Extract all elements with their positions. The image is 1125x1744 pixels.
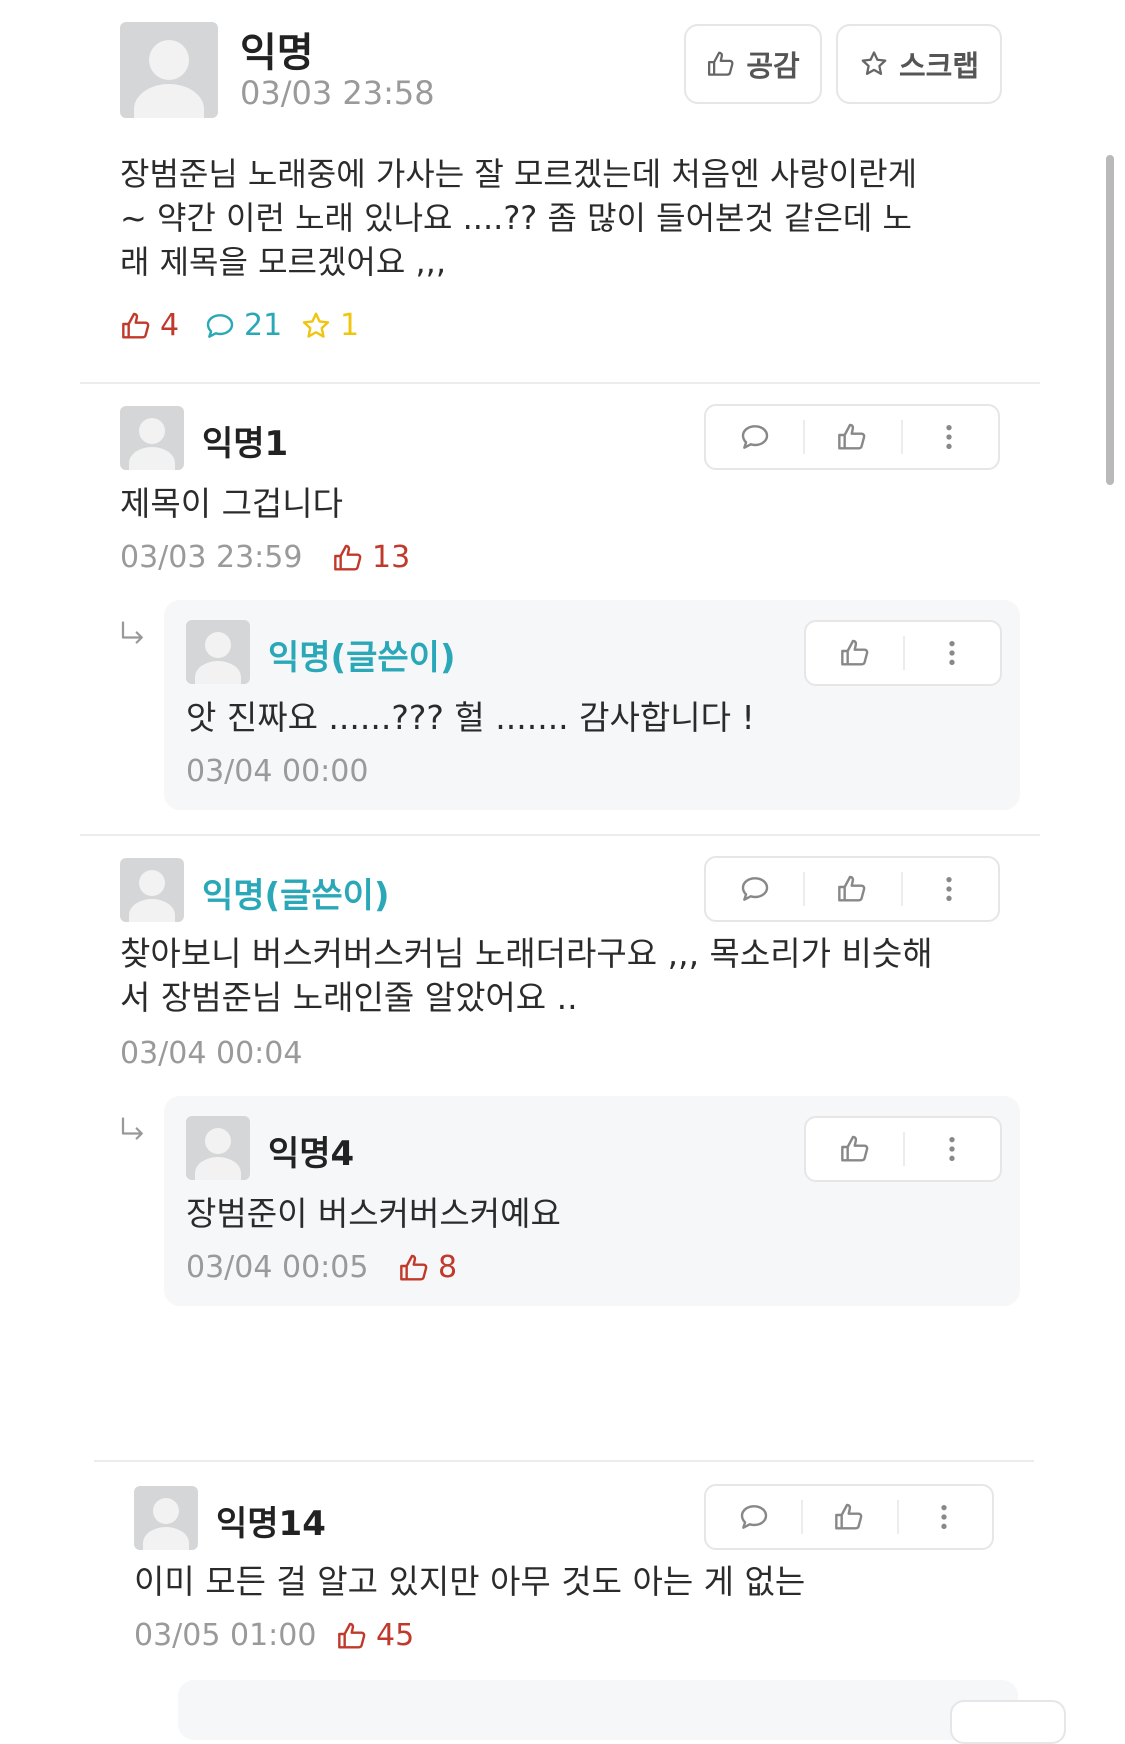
post-scrap-count: 1 [300, 308, 359, 343]
more-button[interactable] [900, 406, 998, 468]
post-author-avatar [120, 22, 218, 118]
more-icon [936, 1133, 968, 1165]
post-body-line-2: ~ 약간 이런 노래 있나요 ....?? 좀 많이 들어본것 같은데 노 [120, 199, 912, 237]
like-button[interactable]: 공감 [684, 24, 822, 104]
comment-time: 03/05 01:00 [134, 1618, 317, 1653]
avatar [186, 620, 250, 684]
thumbs-up-icon [833, 1501, 865, 1533]
post-body-line-3: 래 제목을 모르겠어요 ,,, [120, 243, 446, 281]
comment-like-button[interactable] [806, 1118, 903, 1180]
comment-author: 익명14 [216, 1504, 326, 1544]
reply-action-bar [804, 1116, 1002, 1182]
reply-author: 익명(글쓴이) [268, 638, 456, 678]
comment-like-button[interactable] [806, 622, 903, 684]
post-body-line-1: 장범준님 노래중에 가사는 잘 모르겠는데 처음엔 사랑이란게 [120, 155, 918, 193]
avatar [120, 406, 184, 470]
more-icon [928, 1501, 960, 1533]
reply-button[interactable] [706, 406, 803, 468]
thumbs-up-icon [706, 49, 736, 79]
more-icon [933, 873, 965, 905]
divider [80, 382, 1040, 384]
reply-button[interactable] [706, 1486, 801, 1548]
scrap-button-label: 스크랩 [898, 49, 980, 83]
more-icon [933, 421, 965, 453]
reply-text: 장범준이 버스커버스커예요 [186, 1194, 561, 1233]
post-like-count: 4 [120, 308, 179, 343]
avatar [186, 1116, 250, 1180]
comment-text: 이미 모든 걸 알고 있지만 아무 것도 아는 게 없는 [134, 1562, 806, 1601]
post-comment-count: 21 [204, 308, 282, 343]
comment-like-count: 45 [336, 1618, 414, 1653]
more-button[interactable] [903, 1118, 1000, 1180]
comment-time: 03/03 23:59 [120, 540, 303, 575]
floating-button[interactable] [950, 1700, 1066, 1744]
comment-like-button[interactable] [801, 1486, 896, 1548]
scrollbar[interactable] [1106, 155, 1114, 485]
thumbs-up-icon [398, 1252, 430, 1284]
comment-text: 제목이 그겁니다 [120, 484, 344, 523]
comment-icon [738, 1501, 770, 1533]
comment-like-button[interactable] [803, 858, 900, 920]
comment-time: 03/04 00:04 [120, 1036, 303, 1071]
thumbs-up-icon [120, 310, 152, 342]
reply-text: 앗 진짜요 ......??? 헐 ....... 감사합니다 ! [186, 698, 755, 737]
more-button[interactable] [903, 622, 1000, 684]
thumbs-up-icon [836, 421, 868, 453]
more-button[interactable] [896, 1486, 992, 1548]
divider [94, 1460, 1034, 1462]
post-author-name: 익명 [240, 30, 314, 76]
comment-author: 익명1 [202, 424, 289, 464]
reply-container [178, 1680, 1018, 1740]
post-time: 03/03 23:58 [240, 74, 435, 112]
reply-like-count: 8 [398, 1250, 457, 1285]
comment-icon [204, 310, 236, 342]
like-button-label: 공감 [746, 49, 800, 83]
comment-text-line-1: 찾아보니 버스커버스커님 노래더라구요 ,,, 목소리가 비슷해 [120, 934, 933, 973]
comment-author: 익명(글쓴이) [202, 876, 390, 916]
reply-time: 03/04 00:00 [186, 754, 369, 789]
comment-icon [739, 421, 771, 453]
avatar [134, 1486, 198, 1550]
reply-action-bar [804, 620, 1002, 686]
comment-action-bar [704, 1484, 994, 1550]
thumbs-up-icon [332, 542, 364, 574]
comment-action-bar [704, 404, 1000, 470]
comment-like-button[interactable] [803, 406, 900, 468]
scrap-button[interactable]: 스크랩 [836, 24, 1002, 104]
divider [80, 834, 1040, 836]
thumbs-up-icon [836, 873, 868, 905]
more-button[interactable] [900, 858, 998, 920]
thumbs-up-icon [336, 1620, 368, 1652]
avatar [120, 858, 184, 922]
comment-icon [739, 873, 771, 905]
reply-button[interactable] [706, 858, 803, 920]
reply-author: 익명4 [268, 1134, 355, 1174]
comment-action-bar [704, 856, 1000, 922]
reply-arrow-icon [118, 620, 148, 650]
thumbs-up-icon [839, 637, 871, 669]
reply-time: 03/04 00:05 [186, 1250, 369, 1285]
comment-like-count: 13 [332, 540, 410, 575]
star-icon [300, 310, 332, 342]
reply-arrow-icon [118, 1116, 148, 1146]
thumbs-up-icon [839, 1133, 871, 1165]
comment-text-line-2: 서 장범준님 노래인줄 알았어요 .. [120, 978, 578, 1017]
more-icon [936, 637, 968, 669]
star-icon [859, 49, 889, 79]
